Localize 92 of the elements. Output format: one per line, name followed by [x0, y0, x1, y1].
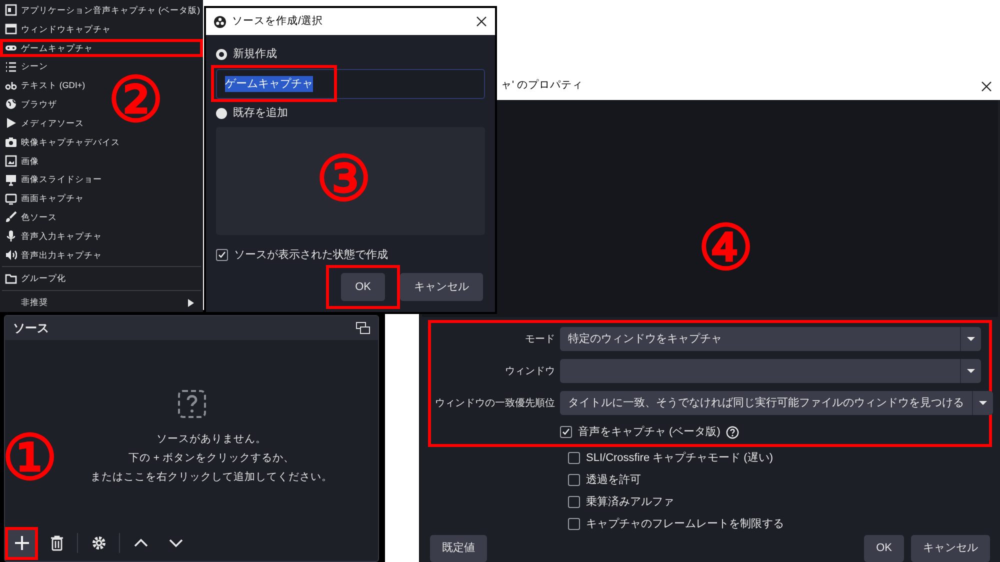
- empty-message-line: またはここを右クリックして追加してください。: [90, 470, 332, 485]
- gear-icon: [90, 535, 106, 551]
- checkbox[interactable]: [568, 496, 580, 508]
- dialog-button[interactable]: 既定値: [430, 535, 487, 562]
- dialog-button[interactable]: OK: [864, 535, 904, 562]
- dropdown-value: 特定のウィンドウをキャプチャ: [567, 332, 723, 347]
- microphone-icon: [5, 230, 17, 242]
- checkbox-label: 音声をキャプチャ (ベータ版): [578, 424, 720, 440]
- menu-item-label: テキスト (GDI+): [21, 79, 86, 92]
- radio-button[interactable]: [216, 48, 227, 60]
- checkbox-label: SLI/Crossfire キャプチャモード (遅い): [586, 450, 774, 466]
- folder-icon: [5, 272, 17, 285]
- window-title: ソースを作成/選択: [232, 14, 324, 29]
- step-number: ④: [698, 218, 754, 280]
- menu-item-label: 色ソース: [21, 210, 57, 224]
- input-value: ゲームキャプチャ: [225, 76, 313, 92]
- radio-label: 新規作成: [233, 46, 277, 62]
- dropdown[interactable]: 特定のウィンドウをキャプチャ: [560, 327, 981, 351]
- undock-icon: [356, 322, 370, 334]
- menu-item[interactable]: ゲームキャプチャ: [0, 38, 203, 58]
- close-icon[interactable]: [981, 80, 992, 92]
- menu-item-label: ブラウザ: [21, 98, 57, 111]
- radio-button[interactable]: [216, 108, 227, 118]
- menu-item-label: シーン: [21, 60, 48, 74]
- menu-item-label: 画像: [21, 154, 39, 168]
- speaker-icon: [5, 248, 17, 261]
- menu-item[interactable]: グループ化: [0, 269, 203, 288]
- panel-title: ソース: [13, 320, 49, 337]
- submenu-arrow-icon: [188, 298, 194, 307]
- trash-icon: [50, 535, 64, 551]
- submenu-item[interactable]: 非推奨: [0, 293, 203, 312]
- dropdown-value: タイトルに一致、そうでなければ同じ実行可能ファイルのウィンドウを見つける: [567, 396, 965, 411]
- close-icon[interactable]: [476, 16, 487, 27]
- monitor-icon: [5, 192, 17, 205]
- checkbox[interactable]: [568, 452, 580, 464]
- slideshow-icon: [5, 174, 17, 186]
- dialog-button[interactable]: キャンセル: [400, 273, 483, 301]
- menu-item-label: 画面キャプチャ: [21, 192, 84, 205]
- checkbox[interactable]: [216, 249, 228, 261]
- step-number: ③: [316, 149, 372, 211]
- menu-item-label: 音声入力キャプチャ: [21, 230, 102, 243]
- menu-item-label: 映像キャプチャデバイス: [21, 136, 120, 148]
- checkbox-label: 乗算済みアルファ: [586, 494, 674, 510]
- text-icon: [5, 80, 17, 92]
- add-button[interactable]: [5, 526, 38, 560]
- field-label: ウィンドウ: [504, 364, 555, 378]
- menu-item[interactable]: 音声出力キャプチャ: [0, 246, 203, 264]
- question-icon: [178, 390, 206, 418]
- menu-item-label: メディアソース: [21, 116, 84, 130]
- menu-item-label: 画像スライドショー: [21, 173, 102, 186]
- step-number: ②: [108, 70, 164, 132]
- step-number: ①: [2, 428, 58, 490]
- menu-item[interactable]: 画像: [0, 152, 203, 170]
- checkbox-label: ソースが表示された状態で作成: [234, 248, 388, 263]
- plus-icon: [14, 535, 30, 551]
- field-label: ウィンドウの一致優先順位: [434, 396, 555, 410]
- radio-label: 既存を追加: [233, 106, 288, 121]
- menu-item[interactable]: ウィンドウキャプチャ: [0, 20, 203, 39]
- empty-message-line: 下の + ボタンをクリックするか、: [128, 451, 294, 466]
- checkbox[interactable]: [568, 474, 580, 486]
- brush-icon: [5, 211, 17, 224]
- menu-item[interactable]: 音声入力キャプチャ: [0, 226, 203, 246]
- dialog-button[interactable]: OK: [341, 273, 385, 301]
- checkbox[interactable]: [560, 426, 572, 438]
- menu-item-label: ウィンドウキャプチャ: [21, 22, 111, 36]
- menu-item-label: 音声出力キャプチャ: [21, 248, 102, 262]
- menu-item-label: グループ化: [21, 272, 66, 286]
- dialog-button[interactable]: キャンセル: [911, 535, 990, 562]
- menu-item[interactable]: 色ソース: [0, 208, 203, 227]
- checkbox[interactable]: [568, 518, 580, 530]
- globe-icon: [5, 98, 17, 110]
- list-icon: [5, 60, 17, 73]
- window-speaker-icon: [5, 4, 17, 16]
- menu-item-label: アプリケーション音声キャプチャ (ベータ版): [21, 4, 200, 17]
- menu-item[interactable]: 画面キャプチャ: [0, 189, 203, 208]
- dropdown[interactable]: タイトルに一致、そうでなければ同じ実行可能ファイルのウィンドウを見つける: [560, 391, 993, 415]
- menu-item[interactable]: 画像スライドショー: [0, 170, 203, 190]
- field-label: モード: [524, 332, 555, 346]
- menu-item[interactable]: アプリケーション音声キャプチャ (ベータ版): [0, 1, 203, 20]
- window-title: ャ' のプロパティ: [501, 78, 584, 94]
- checkbox-label: キャプチャのフレームレートを制限する: [586, 516, 784, 532]
- window-icon: [5, 23, 17, 36]
- empty-message-line: ソースがありません。: [156, 432, 266, 447]
- app-logo-icon: [214, 16, 226, 28]
- image-icon: [5, 154, 17, 167]
- name-input-field[interactable]: ゲームキャプチャ: [216, 69, 485, 99]
- checkbox-label: 透過を許可: [586, 472, 641, 488]
- menu-item[interactable]: 映像キャプチャデバイス: [0, 132, 203, 152]
- menu-item-label: 非推奨: [21, 296, 49, 309]
- play-icon: [5, 117, 17, 130]
- menu-item-label: ゲームキャプチャ: [21, 42, 93, 54]
- camera-icon: [5, 136, 17, 148]
